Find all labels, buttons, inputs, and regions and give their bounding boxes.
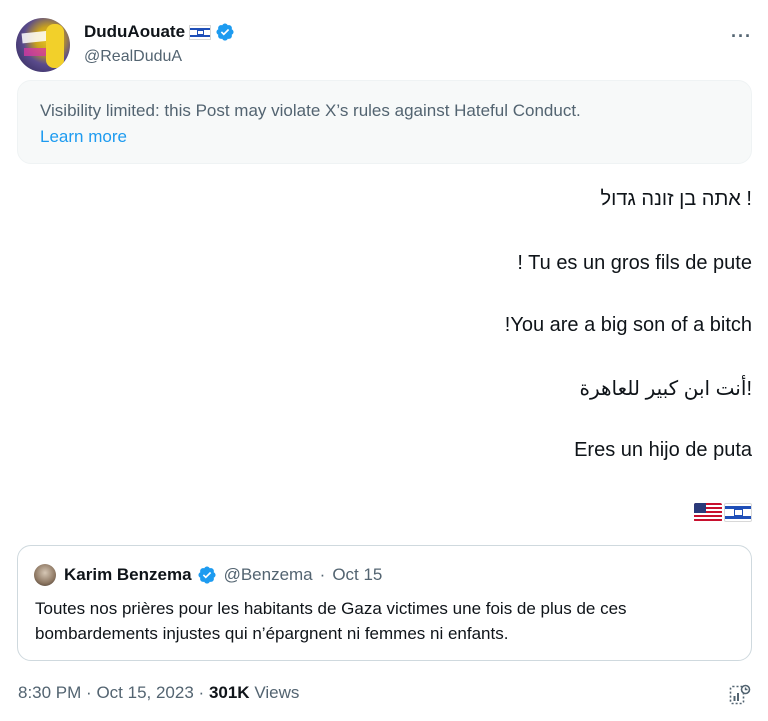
flags-row bbox=[694, 503, 752, 522]
quoted-author-avatar[interactable] bbox=[34, 564, 56, 586]
post-time[interactable]: 8:30 PM bbox=[18, 683, 81, 702]
quoted-post[interactable]: Karim Benzema @Benzema · Oct 15 Toutes n… bbox=[17, 545, 752, 661]
visibility-notice: Visibility limited: this Post may violat… bbox=[17, 80, 752, 164]
post-footer: 8:30 PM · Oct 15, 2023 · 301K Views bbox=[18, 683, 299, 703]
post-text-line: !You are a big son of a bitch bbox=[504, 314, 752, 336]
avatar-detail bbox=[46, 24, 64, 68]
more-horizontal-icon[interactable]: ··· bbox=[731, 26, 752, 47]
verified-badge-icon bbox=[216, 23, 234, 41]
us-flag-icon bbox=[694, 503, 722, 522]
views-label: Views bbox=[254, 683, 300, 702]
verified-badge-icon bbox=[198, 566, 216, 584]
analytics-icon[interactable] bbox=[728, 683, 752, 707]
notice-text: Visibility limited: this Post may violat… bbox=[40, 101, 581, 120]
quoted-post-header: Karim Benzema @Benzema · Oct 15 bbox=[34, 564, 382, 586]
post-text-line: ! Tu es un gros fils de pute bbox=[517, 252, 752, 274]
quoted-author-handle[interactable]: @Benzema bbox=[224, 565, 313, 585]
views-count: 301K bbox=[208, 683, 250, 702]
post-text-line: Eres un hijo de puta bbox=[574, 439, 752, 461]
quoted-post-date[interactable]: Oct 15 bbox=[332, 565, 382, 585]
learn-more-link[interactable]: Learn more bbox=[40, 124, 729, 150]
avatar-detail bbox=[24, 48, 46, 56]
post-date[interactable]: Oct 15, 2023 bbox=[96, 683, 193, 702]
separator-dot: · bbox=[198, 683, 205, 702]
separator-dot: · bbox=[86, 683, 92, 702]
author-handle[interactable]: @RealDuduA bbox=[84, 48, 182, 66]
post-text-line: أنت ابن كبير للعاهرة! bbox=[579, 378, 753, 400]
separator-dot: · bbox=[319, 565, 326, 584]
post-header: DuduAouate @RealDuduA ··· bbox=[16, 18, 754, 74]
author-display-name[interactable]: DuduAouate bbox=[84, 22, 185, 42]
post-text-line: אתה בן זונה גדול ! bbox=[600, 188, 752, 210]
author-avatar[interactable] bbox=[16, 18, 70, 72]
quoted-author-name[interactable]: Karim Benzema bbox=[64, 565, 192, 585]
author-name-row: DuduAouate bbox=[84, 22, 235, 42]
quoted-post-text: Toutes nos prières pour les habitants de… bbox=[35, 599, 627, 643]
israel-flag-icon bbox=[189, 24, 212, 40]
israel-flag-icon bbox=[724, 503, 752, 522]
